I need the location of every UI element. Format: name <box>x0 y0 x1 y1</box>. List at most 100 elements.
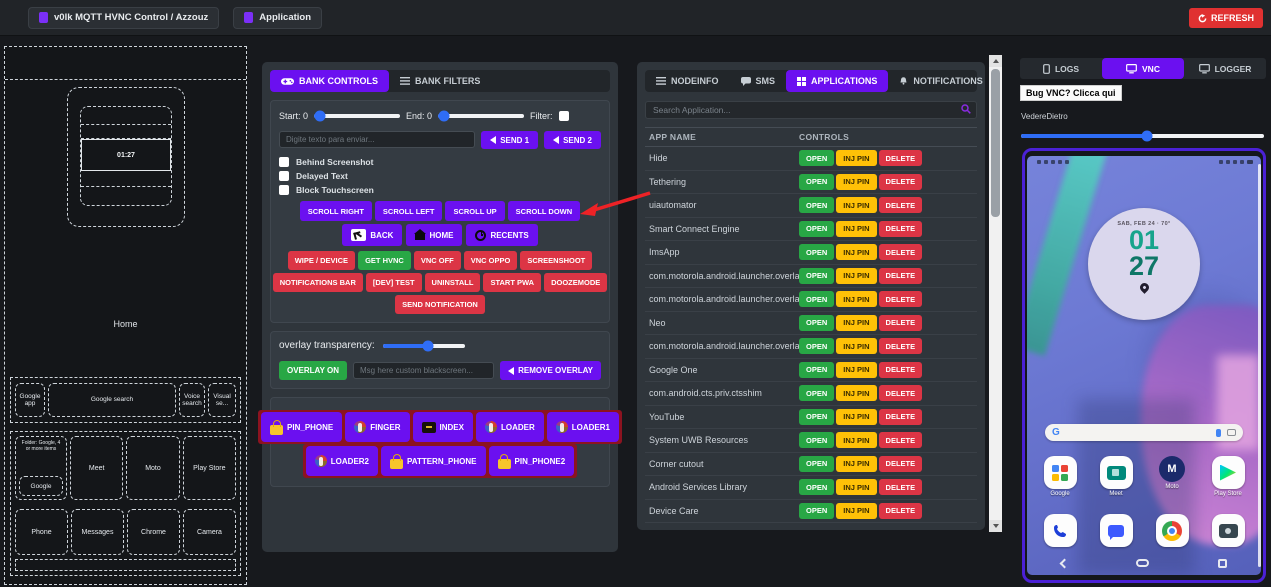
inj-pin-button[interactable]: INJ PIN <box>836 291 876 307</box>
wireframe-camera[interactable]: Camera <box>183 509 236 555</box>
inj-pin-button[interactable]: INJ PIN <box>836 432 876 448</box>
search-icon[interactable] <box>961 104 971 114</box>
delete-button[interactable]: DELETE <box>879 197 923 213</box>
scroll-down-button[interactable]: SCROLL DOWN <box>508 201 581 221</box>
overlay-transparency-slider[interactable] <box>383 344 465 348</box>
open-button[interactable]: OPEN <box>799 150 834 166</box>
wireframe-clock-widget-inner[interactable]: 01:27 <box>80 106 172 206</box>
app-search-input[interactable] <box>645 101 977 119</box>
inj-pin-button[interactable]: INJ PIN <box>836 221 876 237</box>
bug-vnc-button[interactable]: Bug VNC? Clicca qui <box>1020 85 1122 101</box>
wireframe-moto[interactable]: Moto <box>126 436 179 500</box>
inj-pin-button[interactable]: INJ PIN <box>836 385 876 401</box>
pattern-phone-button[interactable]: PATTERN_PHONE <box>381 446 486 476</box>
refresh-button[interactable]: REFRESH <box>1189 8 1263 28</box>
open-button[interactable]: OPEN <box>799 268 834 284</box>
apps-scrollbar[interactable] <box>989 55 1002 532</box>
open-button[interactable]: OPEN <box>799 362 834 378</box>
inj-pin-button[interactable]: INJ PIN <box>836 197 876 213</box>
scroll-up-button[interactable]: SCROLL UP <box>445 201 504 221</box>
scroll-right-button[interactable]: SCROLL RIGHT <box>300 201 372 221</box>
open-button[interactable]: OPEN <box>799 409 834 425</box>
tab-logger[interactable]: LOGGER <box>1184 58 1266 79</box>
scroll-up-arrow[interactable] <box>989 55 1002 67</box>
open-button[interactable]: OPEN <box>799 244 834 260</box>
open-button[interactable]: OPEN <box>799 432 834 448</box>
scrollbar-thumb[interactable] <box>991 69 1000 217</box>
open-button[interactable]: OPEN <box>799 338 834 354</box>
tab-sms[interactable]: SMS <box>730 70 787 92</box>
start-pwa-button[interactable]: START PWA <box>483 273 541 292</box>
tab-nodeinfo[interactable]: NODEINFO <box>645 70 730 92</box>
delete-button[interactable]: DELETE <box>879 150 923 166</box>
send2-button[interactable]: SEND 2 <box>544 131 601 149</box>
screenshoot-button[interactable]: SCREENSHOOT <box>520 251 592 270</box>
tab-bank-controls[interactable]: BANK CONTROLS <box>270 70 389 92</box>
pin-phone-button[interactable]: PIN_PHONE <box>261 412 342 442</box>
inj-pin-button[interactable]: INJ PIN <box>836 503 876 519</box>
inj-pin-button[interactable]: INJ PIN <box>836 456 876 472</box>
device-screen-wireframe[interactable]: 01:27 Home Google app Google search Voic… <box>4 46 247 585</box>
inj-pin-button[interactable]: INJ PIN <box>836 315 876 331</box>
uninstall-button[interactable]: UNINSTALL <box>425 273 481 292</box>
open-button[interactable]: OPEN <box>799 456 834 472</box>
delayed-text-checkbox[interactable] <box>279 171 289 181</box>
wireframe-chrome[interactable]: Chrome <box>127 509 180 555</box>
wireframe-messages[interactable]: Messages <box>71 509 124 555</box>
inj-pin-button[interactable]: INJ PIN <box>836 268 876 284</box>
wireframe-visual-search[interactable]: Visual se... <box>208 383 236 417</box>
delete-button[interactable]: DELETE <box>879 338 923 354</box>
tab-bank-filters[interactable]: BANK FILTERS <box>389 70 491 92</box>
inj-pin-button[interactable]: INJ PIN <box>836 479 876 495</box>
scroll-left-button[interactable]: SCROLL LEFT <box>375 201 443 221</box>
wireframe-folder-google-item[interactable]: Google <box>19 476 63 496</box>
inj-pin-button[interactable]: INJ PIN <box>836 409 876 425</box>
doozemode-button[interactable]: DOOZEMODE <box>544 273 607 292</box>
wireframe-google-app[interactable]: Google app <box>15 383 45 417</box>
scroll-down-arrow[interactable] <box>989 520 1002 532</box>
wireframe-google-search[interactable]: Google search <box>48 383 176 417</box>
wireframe-google-folder[interactable]: Folder: Google, 4 or more items Google <box>15 436 67 500</box>
application-button[interactable]: Application <box>233 7 322 29</box>
vnc-off-button[interactable]: VNC OFF <box>414 251 461 270</box>
delete-button[interactable]: DELETE <box>879 409 923 425</box>
delete-button[interactable]: DELETE <box>879 385 923 401</box>
loader-button[interactable]: LOADER <box>476 412 544 442</box>
end-slider[interactable] <box>438 114 524 118</box>
tab-logs[interactable]: LOGS <box>1020 58 1102 79</box>
wireframe-voice-search[interactable]: Voice search <box>179 383 205 417</box>
recents-button[interactable]: RECENTS <box>466 224 537 246</box>
overlay-message-input[interactable] <box>353 362 494 379</box>
pin-phone2-button[interactable]: PIN_PHONE2 <box>489 446 575 476</box>
delete-button[interactable]: DELETE <box>879 315 923 331</box>
block-touchscreen-checkbox[interactable] <box>279 185 289 195</box>
open-button[interactable]: OPEN <box>799 385 834 401</box>
wireframe-play-store[interactable]: Play Store <box>183 436 236 500</box>
index-button[interactable]: INDEX <box>413 412 473 442</box>
open-button[interactable]: OPEN <box>799 503 834 519</box>
delete-button[interactable]: DELETE <box>879 268 923 284</box>
open-button[interactable]: OPEN <box>799 291 834 307</box>
wireframe-clock-widget[interactable]: 01:27 <box>67 87 185 227</box>
wireframe-meet[interactable]: Meet <box>70 436 123 500</box>
inj-pin-button[interactable]: INJ PIN <box>836 174 876 190</box>
inj-pin-button[interactable]: INJ PIN <box>836 362 876 378</box>
delete-button[interactable]: DELETE <box>879 479 923 495</box>
inj-pin-button[interactable]: INJ PIN <box>836 338 876 354</box>
open-button[interactable]: OPEN <box>799 221 834 237</box>
dev-test-button[interactable]: [DEV] TEST <box>366 273 422 292</box>
wireframe-phone[interactable]: Phone <box>15 509 68 555</box>
tab-notifications[interactable]: NOTIFICATIONS <box>888 70 993 92</box>
start-slider[interactable] <box>314 114 400 118</box>
vnc-oppo-button[interactable]: VNC OPPO <box>464 251 518 270</box>
vnc-screen-view[interactable]: SAB, FEB 24 · 70° 01 27 G Google Meet MM… <box>1022 148 1266 583</box>
loader1-button[interactable]: LOADER1 <box>547 412 619 442</box>
send-notification-button[interactable]: SEND NOTIFICATION <box>395 295 485 314</box>
delete-button[interactable]: DELETE <box>879 174 923 190</box>
behind-screenshot-checkbox[interactable] <box>279 157 289 167</box>
delete-button[interactable]: DELETE <box>879 362 923 378</box>
notifications-bar-button[interactable]: NOTIFICATIONS BAR <box>273 273 363 292</box>
overlay-on-button[interactable]: OVERLAY ON <box>279 361 347 380</box>
get-hvnc-button[interactable]: GET HVNC <box>358 251 411 270</box>
open-button[interactable]: OPEN <box>799 174 834 190</box>
